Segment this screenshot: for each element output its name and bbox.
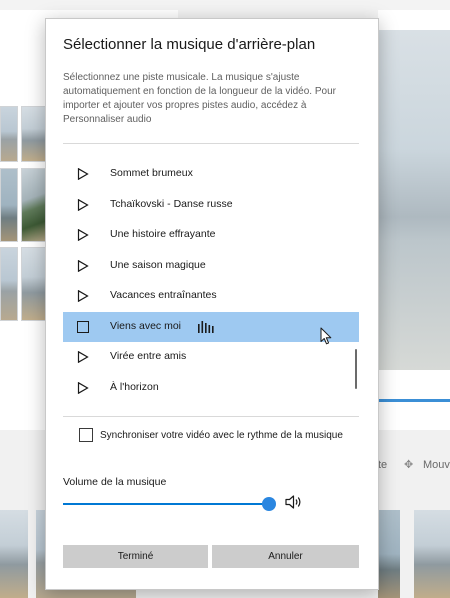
play-icon[interactable] xyxy=(77,260,89,272)
cancel-button[interactable]: Annuler xyxy=(212,545,359,568)
volume-slider-thumb[interactable] xyxy=(262,497,276,511)
track-item[interactable]: Virée entre amis xyxy=(63,342,359,372)
track-item[interactable]: Une saison magique xyxy=(63,251,359,281)
mouse-cursor-icon xyxy=(320,327,332,345)
track-name: Une saison magique xyxy=(110,259,206,271)
sync-checkbox[interactable] xyxy=(79,428,93,442)
divider xyxy=(63,143,359,144)
track-name: Vacances entraînantes xyxy=(110,289,217,301)
track-item[interactable]: Une histoire effrayante xyxy=(63,220,359,250)
library-thumbnail[interactable] xyxy=(0,247,18,321)
video-preview xyxy=(378,30,450,370)
background-music-dialog: Sélectionner la musique d'arrière-plan S… xyxy=(45,18,379,590)
track-item[interactable]: Vacances entraînantes xyxy=(63,281,359,311)
track-name: Une histoire effrayante xyxy=(110,228,216,240)
move-icon: ✥ xyxy=(404,459,414,471)
library-thumbnail[interactable] xyxy=(21,106,47,162)
volume-slider-fill xyxy=(63,503,269,505)
track-name: À l'horizon xyxy=(110,381,159,393)
playback-progress[interactable] xyxy=(378,399,450,402)
dialog-title: Sélectionner la musique d'arrière-plan xyxy=(63,36,316,53)
toolbar-item[interactable]: Mouve xyxy=(423,459,450,471)
track-item[interactable]: Tchaïkovski - Danse russe xyxy=(63,190,359,220)
done-button[interactable]: Terminé xyxy=(63,545,208,568)
play-icon[interactable] xyxy=(77,351,89,363)
speaker-icon[interactable] xyxy=(285,494,303,510)
play-icon[interactable] xyxy=(77,199,89,211)
play-icon[interactable] xyxy=(77,229,89,241)
library-thumbnail[interactable] xyxy=(21,168,47,242)
library-thumbnail[interactable] xyxy=(0,168,18,242)
storyboard-clip[interactable] xyxy=(414,510,450,598)
equalizer-icon xyxy=(198,321,214,333)
storyboard-clip[interactable] xyxy=(0,510,28,598)
track-item[interactable]: À l'horizon xyxy=(63,373,359,403)
track-name: Viens avec moi xyxy=(110,320,182,332)
divider xyxy=(63,416,359,417)
library-thumbnail[interactable] xyxy=(21,247,47,321)
library-thumbnail[interactable] xyxy=(0,106,18,162)
stop-icon[interactable] xyxy=(77,321,89,333)
track-name: Virée entre amis xyxy=(110,350,187,362)
track-list-scrollbar[interactable] xyxy=(355,349,357,389)
track-list[interactable]: Sommet brumeux Tchaïkovski - Danse russe… xyxy=(63,159,359,405)
sync-label[interactable]: Synchroniser votre vidéo avec le rythme … xyxy=(100,430,343,441)
volume-label: Volume de la musique xyxy=(63,476,167,488)
play-icon[interactable] xyxy=(77,290,89,302)
dialog-description: Sélectionnez une piste musicale. La musi… xyxy=(63,72,336,125)
track-item-selected[interactable]: Viens avec moi xyxy=(63,312,359,342)
track-item[interactable]: Sommet brumeux xyxy=(63,159,359,189)
toolbar-item[interactable]: te xyxy=(378,459,387,471)
sync-option[interactable]: Synchroniser votre vidéo avec le rythme … xyxy=(79,428,369,446)
play-icon[interactable] xyxy=(77,382,89,394)
storyboard-clip[interactable] xyxy=(378,510,400,598)
track-name: Tchaïkovski - Danse russe xyxy=(110,198,233,210)
play-icon[interactable] xyxy=(77,168,89,180)
track-name: Sommet brumeux xyxy=(110,167,193,179)
volume-slider[interactable] xyxy=(63,497,276,511)
